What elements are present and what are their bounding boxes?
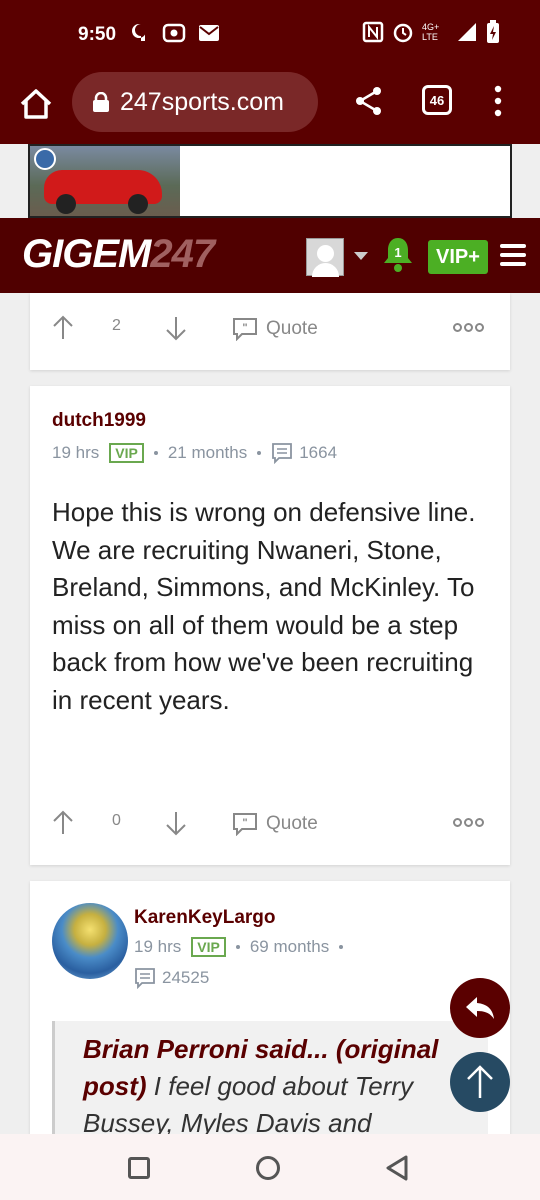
- upvote-icon[interactable]: [52, 810, 74, 836]
- radio-icon: [162, 23, 186, 43]
- overflow-menu-icon[interactable]: [490, 84, 506, 118]
- status-bar: 9:50 4G+ LTE: [0, 0, 540, 70]
- vip-badge: VIP: [109, 443, 144, 463]
- share-icon[interactable]: [354, 86, 384, 116]
- address-bar[interactable]: 247sports.com: [72, 72, 318, 132]
- browser-toolbar: 247sports.com 46: [0, 70, 540, 144]
- post-body: Hope this is wrong on defensive line. We…: [52, 497, 476, 715]
- post-count-icon: [135, 968, 155, 989]
- post-meta-count: 24525: [134, 967, 209, 989]
- mail-icon: [199, 25, 219, 41]
- home-icon[interactable]: [18, 86, 54, 122]
- quote-icon: ": [233, 318, 257, 341]
- post-actions: 0 " Quote: [30, 804, 510, 844]
- vip-plus-button[interactable]: VIP+: [428, 240, 488, 274]
- post-username[interactable]: dutch1999: [52, 410, 146, 432]
- more-options-icon[interactable]: [453, 818, 484, 827]
- ad-car-image: [30, 146, 180, 216]
- arrow-up-icon: [467, 1065, 493, 1098]
- post-meta: 19 hrs VIP 21 months 1664: [52, 442, 337, 464]
- post-username[interactable]: KarenKeyLargo: [134, 907, 276, 929]
- downvote-icon[interactable]: [165, 810, 187, 836]
- ad-privacy-icon[interactable]: [34, 148, 56, 170]
- site-header: GIGEM247 1 VIP+: [0, 218, 540, 293]
- reply-icon: [466, 997, 494, 1019]
- vote-count: 0: [112, 812, 121, 829]
- recent-apps-button[interactable]: [128, 1157, 150, 1179]
- post-meta: 19 hrs VIP 69 months: [134, 937, 344, 957]
- user-avatar[interactable]: [306, 238, 344, 277]
- back-icon[interactable]: [384, 1154, 410, 1182]
- vip-badge: VIP: [191, 937, 226, 957]
- post-actions: 2 " Quote: [30, 309, 510, 349]
- network-type: 4G+ LTE: [422, 22, 440, 42]
- nfc-icon: [362, 21, 384, 43]
- upvote-icon[interactable]: [52, 315, 74, 341]
- quote-button[interactable]: " Quote: [232, 812, 318, 836]
- post-card: dutch1999 19 hrs VIP 21 months 1664 Hope…: [30, 386, 510, 865]
- quote-button[interactable]: " Quote: [232, 317, 318, 341]
- lock-icon: [93, 92, 109, 112]
- post-card: KarenKeyLargo 19 hrs VIP 69 months 24525…: [30, 881, 510, 1161]
- chevron-down-icon[interactable]: [354, 252, 368, 260]
- post-card: 2 " Quote: [30, 293, 510, 370]
- member-tenure: 21 months: [167, 443, 248, 462]
- post-count: 1664: [299, 443, 338, 462]
- vote-count: 2: [112, 317, 121, 334]
- site-logo[interactable]: GIGEM247: [22, 232, 215, 277]
- url-text: 247sports.com: [120, 87, 284, 116]
- scroll-to-top-button[interactable]: [450, 1052, 510, 1112]
- notification-count: 1: [394, 245, 401, 260]
- battery-charging-icon: [487, 20, 499, 43]
- alarm-icon: [393, 23, 413, 43]
- post-count: 24525: [162, 968, 210, 987]
- signal-icon: [458, 23, 476, 41]
- member-tenure: 69 months: [249, 937, 330, 956]
- more-options-icon[interactable]: [453, 323, 484, 332]
- downvote-icon[interactable]: [165, 315, 187, 341]
- status-time: 9:50: [78, 24, 117, 45]
- post-time: 19 hrs: [52, 443, 100, 462]
- post-time: 19 hrs: [134, 937, 182, 956]
- hamburger-menu-icon[interactable]: [500, 244, 526, 268]
- app-notification-icon: [131, 23, 145, 41]
- post-count-icon: [272, 443, 293, 464]
- tab-switcher-button[interactable]: 46: [422, 85, 452, 115]
- quote-icon: ": [233, 813, 257, 836]
- home-button[interactable]: [256, 1156, 280, 1180]
- reply-button[interactable]: [450, 978, 510, 1038]
- user-avatar[interactable]: [52, 903, 128, 979]
- advertisement-banner[interactable]: [28, 144, 512, 218]
- notification-bell-icon[interactable]: 1: [382, 234, 414, 274]
- system-nav-bar: [0, 1134, 540, 1200]
- svg-text:": ": [242, 817, 247, 829]
- svg-text:": ": [242, 322, 247, 334]
